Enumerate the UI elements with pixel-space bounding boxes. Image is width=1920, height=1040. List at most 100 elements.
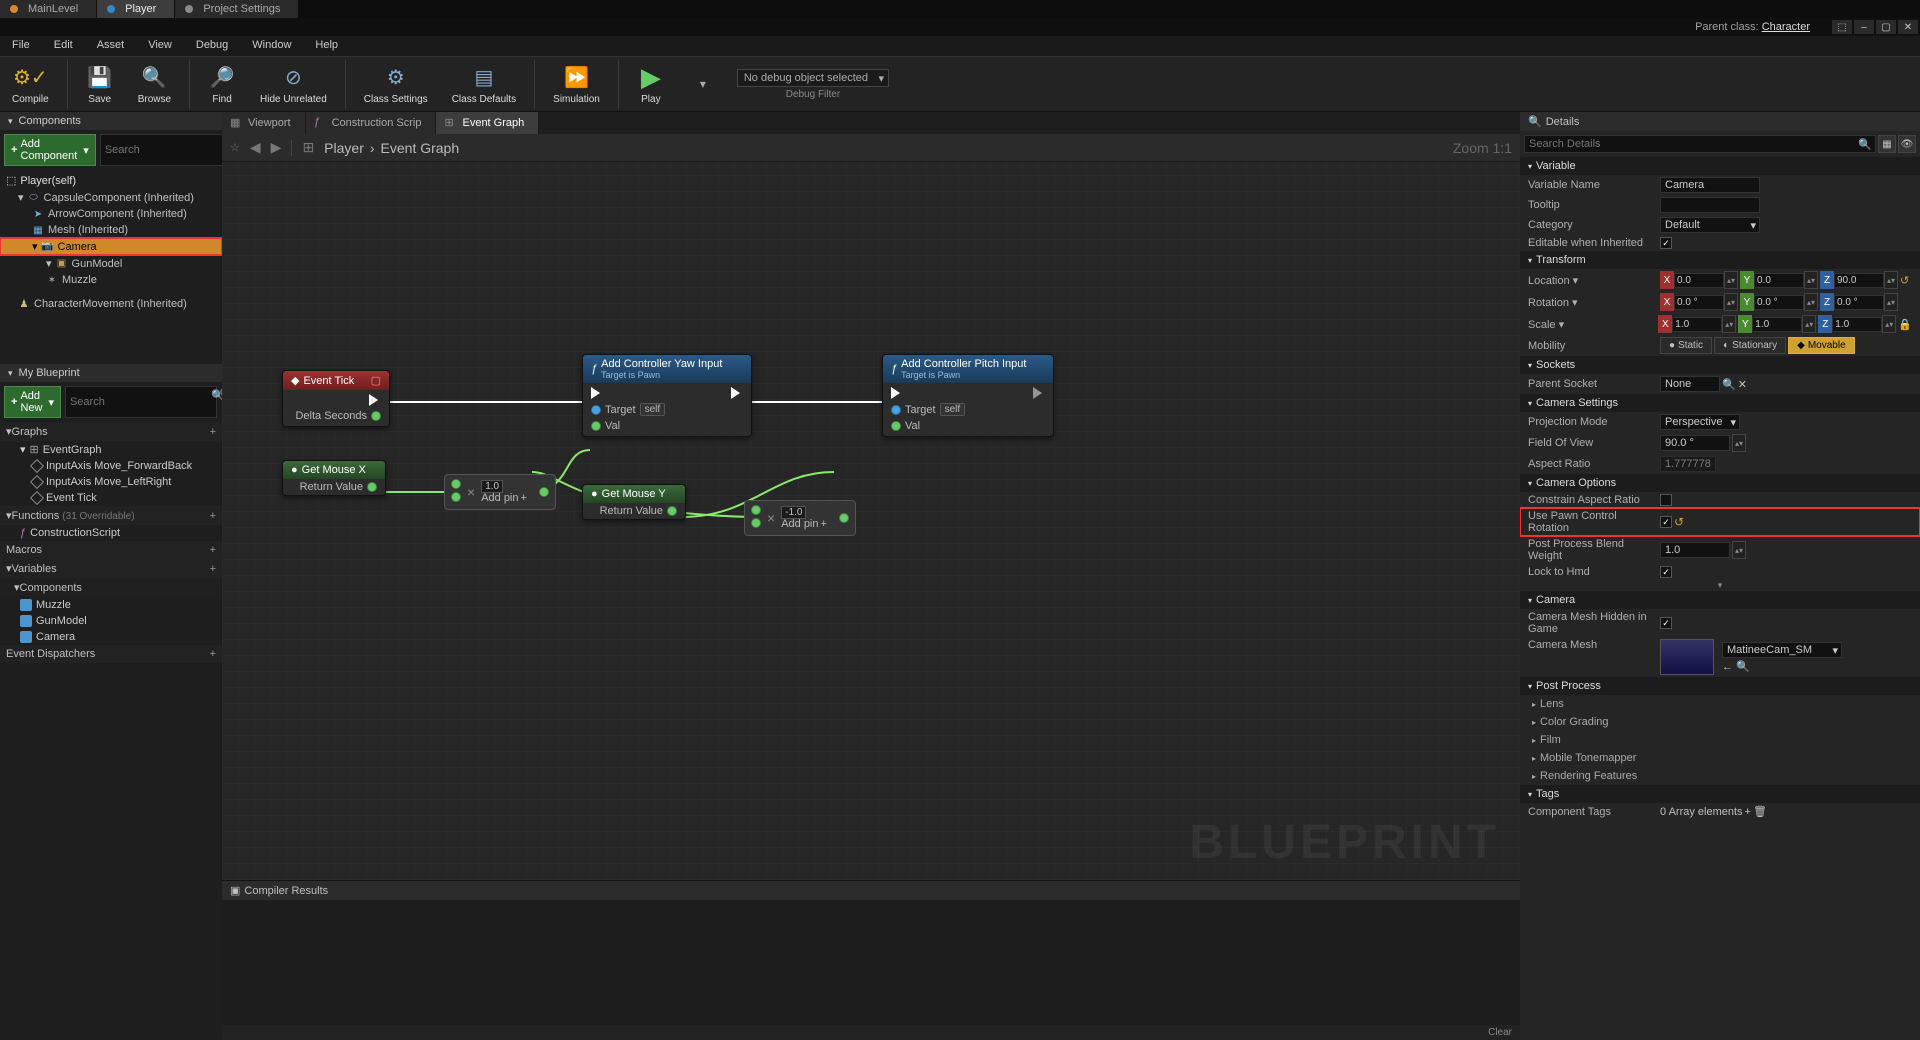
blend-weight-input[interactable] bbox=[1660, 542, 1730, 558]
window-minimize-icon[interactable]: – bbox=[1854, 20, 1874, 34]
rot-x[interactable] bbox=[1674, 295, 1724, 310]
simulation-button[interactable]: ⏩Simulation bbox=[541, 60, 619, 109]
menu-edit[interactable]: Edit bbox=[42, 36, 85, 56]
menu-debug[interactable]: Debug bbox=[184, 36, 240, 56]
pin-b[interactable] bbox=[751, 518, 761, 528]
add-component-button[interactable]: Add Component bbox=[4, 134, 96, 166]
exec-in-pin[interactable] bbox=[891, 387, 903, 399]
details-panel-header[interactable]: 🔍 Details bbox=[1520, 112, 1920, 131]
crumb-player[interactable]: Player bbox=[324, 140, 364, 156]
pin-b[interactable] bbox=[451, 492, 461, 502]
reset-location-icon[interactable]: ↺ bbox=[1900, 274, 1909, 287]
view-options-icon[interactable]: 👁 bbox=[1898, 135, 1916, 153]
use-asset-icon[interactable]: ← bbox=[1722, 661, 1733, 673]
projection-select[interactable]: Perspective bbox=[1660, 414, 1740, 430]
component-capsule[interactable]: ▾⬭CapsuleComponent (Inherited) bbox=[0, 189, 222, 206]
window-maximize-icon[interactable]: ▢ bbox=[1876, 20, 1896, 34]
parent-socket-input[interactable] bbox=[1660, 376, 1720, 392]
debug-object-select[interactable]: No debug object selected bbox=[737, 69, 889, 87]
add-graph-icon[interactable]: + bbox=[210, 426, 216, 438]
cat-camera-options[interactable]: Camera Options bbox=[1520, 474, 1920, 492]
exec-out-pin[interactable] bbox=[369, 394, 381, 406]
graphs-section[interactable]: ▾Graphs+ bbox=[0, 422, 222, 441]
tab-project-settings[interactable]: Project Settings bbox=[175, 0, 299, 18]
scale-x[interactable] bbox=[1672, 317, 1722, 332]
var-camera[interactable]: Camera bbox=[0, 629, 222, 645]
node-multiply-1[interactable]: × 1.0Add pin + bbox=[444, 474, 556, 510]
menu-file[interactable]: File bbox=[0, 36, 42, 56]
mobility-static[interactable]: ● Static bbox=[1660, 337, 1712, 354]
myblueprint-panel-header[interactable]: My Blueprint bbox=[0, 364, 222, 382]
pin-out[interactable] bbox=[539, 487, 549, 497]
tooltip-input[interactable] bbox=[1660, 197, 1760, 213]
pp-mobile-tonemapper[interactable]: Mobile Tonemapper bbox=[1520, 749, 1920, 767]
component-charmovement[interactable]: ♟CharacterMovement (Inherited) bbox=[0, 296, 222, 312]
lock-scale-icon[interactable]: 🔒 bbox=[1898, 318, 1912, 331]
crumb-eventgraph[interactable]: Event Graph bbox=[381, 140, 460, 156]
editable-checkbox[interactable] bbox=[1660, 237, 1672, 249]
clear-button[interactable]: Clear bbox=[1488, 1027, 1512, 1038]
browse-socket-icon[interactable]: 🔍 bbox=[1722, 378, 1736, 391]
val-pin[interactable] bbox=[591, 421, 601, 431]
tab-mainlevel[interactable]: MainLevel bbox=[0, 0, 97, 18]
expand-camera-options[interactable]: ▾ bbox=[1520, 580, 1920, 591]
target-pin[interactable] bbox=[591, 405, 601, 415]
graph-event-tick[interactable]: Event Tick bbox=[0, 490, 222, 506]
clear-tags-icon[interactable]: 🗑 bbox=[1753, 805, 1767, 818]
category-select[interactable]: Default bbox=[1660, 217, 1760, 233]
class-settings-button[interactable]: ⚙Class Settings bbox=[352, 60, 440, 109]
functions-section[interactable]: ▾Functions (31 Overridable)+ bbox=[0, 506, 222, 525]
loc-y[interactable] bbox=[1754, 273, 1804, 288]
components-panel-header[interactable]: Components bbox=[0, 112, 222, 130]
menu-asset[interactable]: Asset bbox=[85, 36, 137, 56]
add-tag-icon[interactable]: + bbox=[1745, 806, 1751, 818]
class-defaults-button[interactable]: ▤Class Defaults bbox=[440, 60, 535, 109]
clear-socket-icon[interactable]: ✕ bbox=[1738, 378, 1747, 391]
mobility-stationary[interactable]: ◐ Stationary bbox=[1714, 337, 1786, 354]
graph-canvas[interactable]: ◆ Event Tick ▢ Delta Seconds ƒ Add Contr… bbox=[222, 162, 1520, 880]
browse-button[interactable]: 🔍Browse bbox=[126, 60, 190, 109]
mobility-movable[interactable]: ◆ Movable bbox=[1788, 337, 1855, 354]
exec-in-pin[interactable] bbox=[591, 387, 603, 399]
hide-unrelated-button[interactable]: ⊘Hide Unrelated bbox=[248, 60, 346, 109]
camera-mesh-select[interactable]: MatineeCam_SM bbox=[1722, 642, 1842, 658]
loc-z[interactable] bbox=[1834, 273, 1884, 288]
tab-construction-script[interactable]: ƒConstruction Scrip bbox=[306, 112, 437, 134]
details-search-input[interactable] bbox=[1524, 135, 1876, 153]
target-pin[interactable] bbox=[891, 405, 901, 415]
pin-out[interactable] bbox=[839, 513, 849, 523]
graph-input-forwardback[interactable]: InputAxis Move_ForwardBack bbox=[0, 458, 222, 474]
exec-out-pin[interactable] bbox=[731, 387, 743, 399]
variables-section[interactable]: ▾Variables+ bbox=[0, 559, 222, 578]
menu-view[interactable]: View bbox=[136, 36, 184, 56]
dispatchers-section[interactable]: Event Dispatchers+ bbox=[0, 645, 222, 663]
component-gunmodel[interactable]: ▾▣GunModel bbox=[0, 255, 222, 272]
fov-input[interactable] bbox=[1660, 435, 1730, 451]
component-root[interactable]: ⬚ Player(self) bbox=[0, 172, 222, 189]
myblueprint-search-input[interactable] bbox=[65, 386, 217, 418]
tab-event-graph[interactable]: ⊞Event Graph bbox=[436, 112, 539, 134]
add-macro-icon[interactable]: + bbox=[210, 544, 216, 556]
pp-lens[interactable]: Lens bbox=[1520, 695, 1920, 713]
macros-section[interactable]: Macros+ bbox=[0, 541, 222, 559]
find-button[interactable]: 🔎Find bbox=[196, 60, 248, 109]
parent-class-link[interactable]: Character bbox=[1762, 21, 1810, 33]
property-matrix-icon[interactable]: ▦ bbox=[1878, 135, 1896, 153]
rot-y[interactable] bbox=[1754, 295, 1804, 310]
favorite-icon[interactable]: ☆ bbox=[230, 141, 240, 154]
data-pin[interactable] bbox=[667, 506, 677, 516]
variable-name-input[interactable] bbox=[1660, 177, 1760, 193]
pawn-control-checkbox[interactable] bbox=[1660, 516, 1672, 528]
save-button[interactable]: 💾Save bbox=[74, 60, 126, 109]
menu-window[interactable]: Window bbox=[240, 36, 303, 56]
constrain-aspect-checkbox[interactable] bbox=[1660, 494, 1672, 506]
cat-tags[interactable]: Tags bbox=[1520, 785, 1920, 803]
node-add-yaw[interactable]: ƒ Add Controller Yaw InputTarget is Pawn… bbox=[582, 354, 752, 437]
tab-player[interactable]: Player bbox=[97, 0, 175, 18]
compiler-results-header[interactable]: ▣ Compiler Results bbox=[222, 881, 1520, 900]
scale-y[interactable] bbox=[1752, 317, 1802, 332]
nav-fwd-icon[interactable]: ▶ bbox=[271, 139, 282, 156]
window-close-icon[interactable]: ✕ bbox=[1898, 20, 1918, 34]
add-new-button[interactable]: Add New bbox=[4, 386, 61, 418]
cat-camera[interactable]: Camera bbox=[1520, 591, 1920, 609]
